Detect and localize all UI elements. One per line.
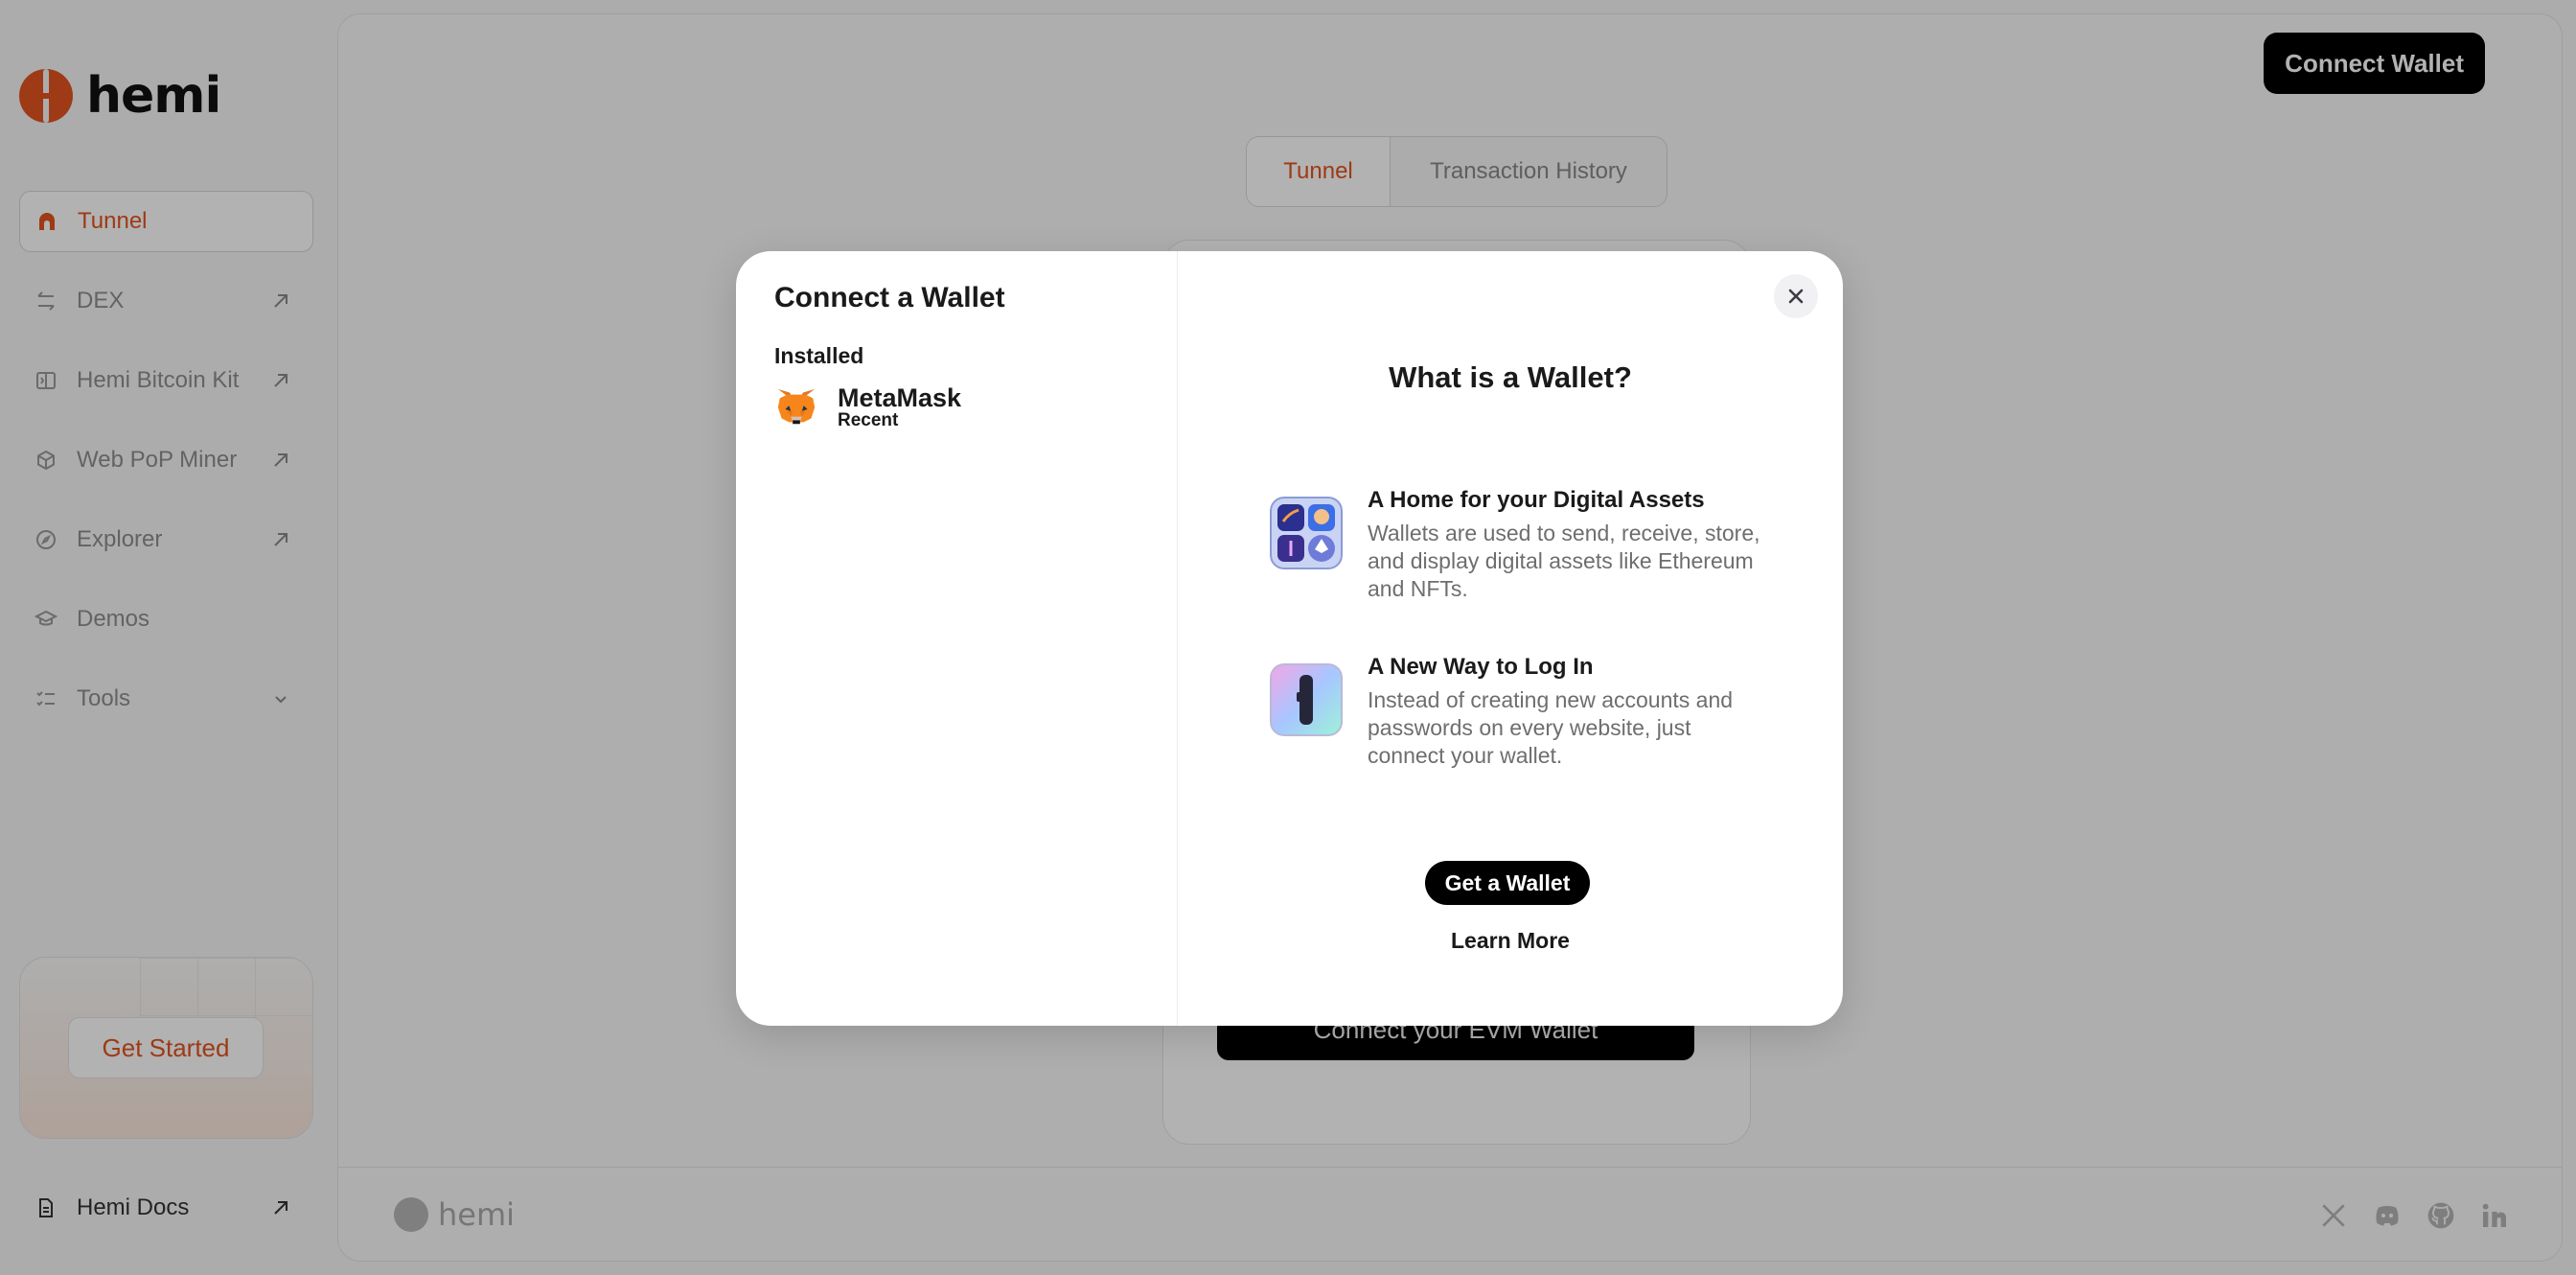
feature-new-login: A New Way to Log In Instead of creating … [1270,654,1768,770]
feature-title: A New Way to Log In [1368,654,1594,680]
metamask-fox-icon [777,388,816,425]
keyhole-login-icon [1270,663,1343,736]
wallet-recent-tag: Recent [838,410,899,430]
digital-assets-icon [1270,497,1343,569]
modal-title: Connect a Wallet [774,282,1005,313]
installed-label: Installed [774,343,864,368]
close-icon [1788,289,1804,304]
wallet-info-panel: What is a Wallet? A Home for your Digita… [1178,251,1843,1026]
wallet-name: MetaMask [838,383,962,412]
connect-wallet-modal: Connect a Wallet Installed MetaMask Rece… [736,251,1843,1026]
learn-more-link[interactable]: Learn More [1178,928,1843,954]
what-is-wallet-title: What is a Wallet? [1389,360,1632,394]
feature-description: Instead of creating new accounts and pas… [1368,687,1734,768]
get-a-wallet-button[interactable]: Get a Wallet [1425,861,1590,905]
close-button[interactable] [1774,274,1818,318]
wallet-option-metamask[interactable]: MetaMask Recent [774,384,1138,430]
feature-title: A Home for your Digital Assets [1368,487,1705,513]
wallet-list-panel: Connect a Wallet Installed MetaMask Rece… [736,251,1178,1026]
feature-digital-assets: A Home for your Digital Assets Wallets a… [1270,487,1768,603]
feature-description: Wallets are used to send, receive, store… [1368,521,1760,601]
